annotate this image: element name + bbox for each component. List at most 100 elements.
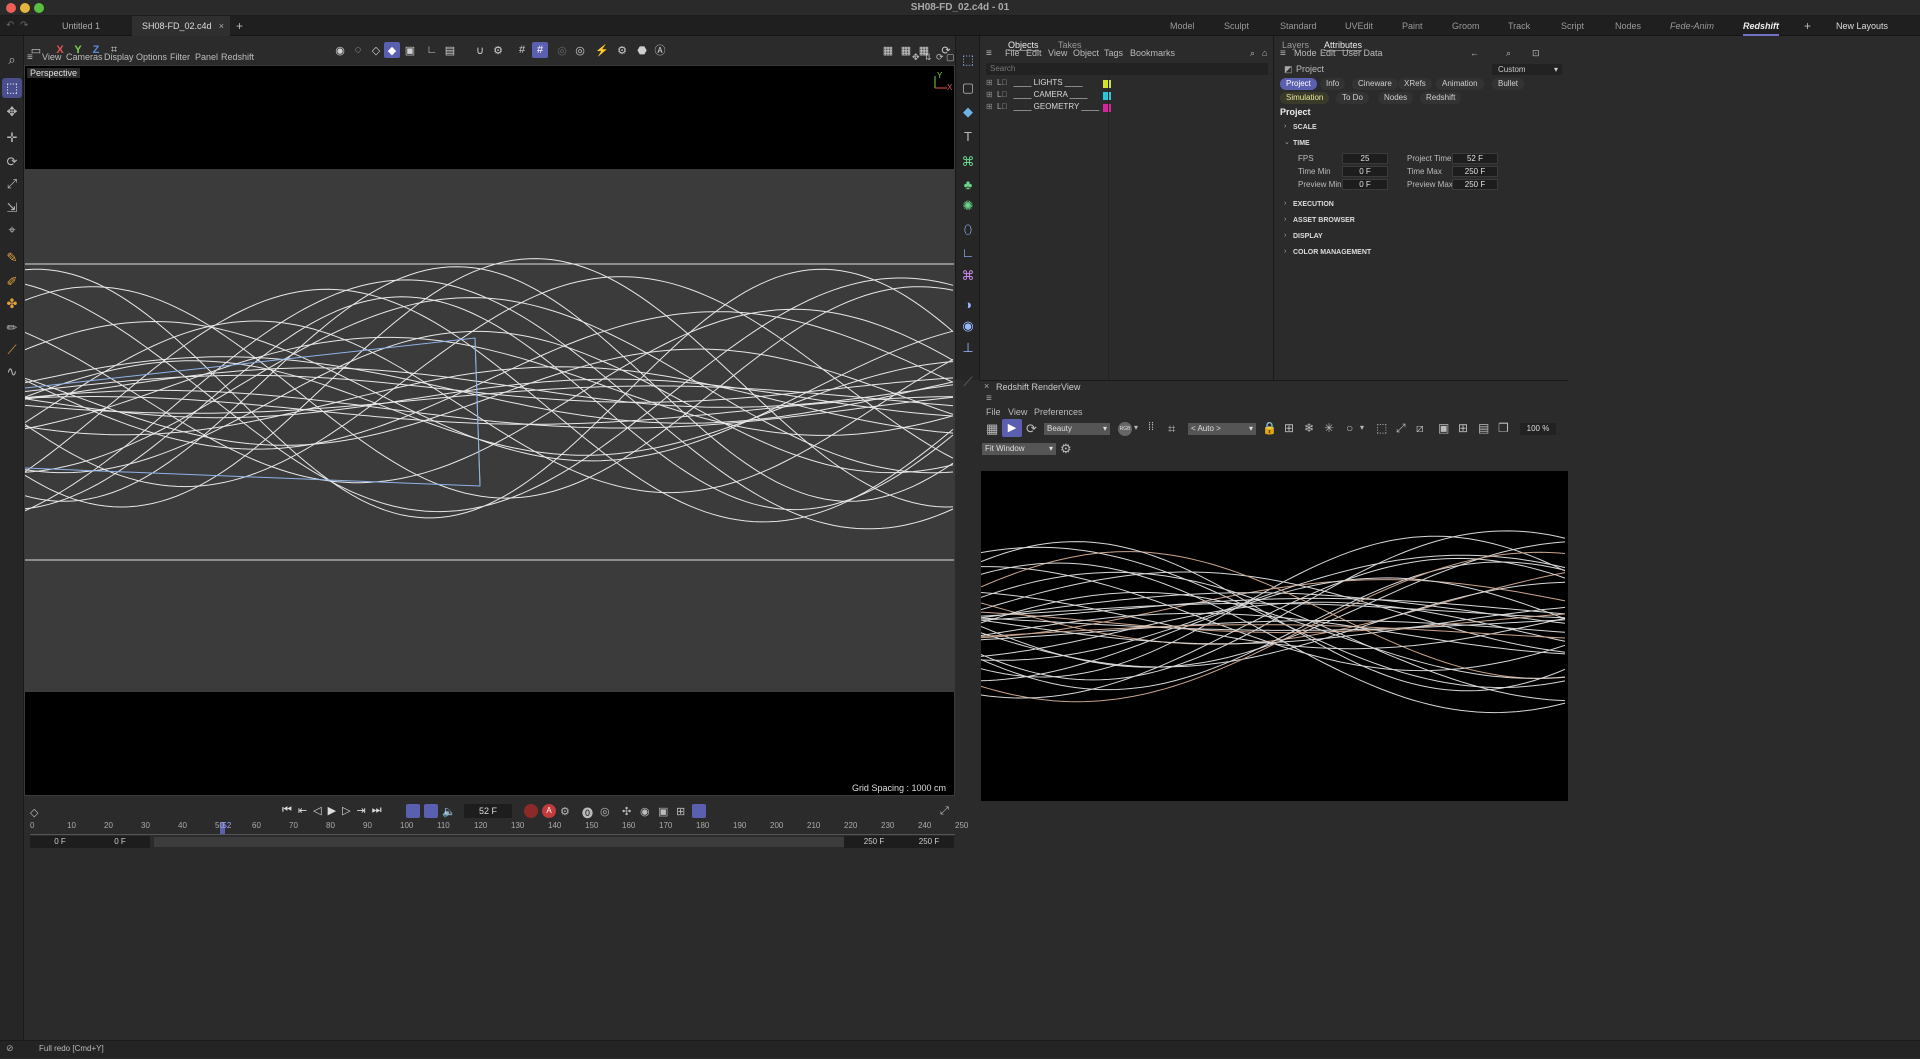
record-icon[interactable] xyxy=(524,804,538,818)
layout-tab-sculpt[interactable]: Sculpt xyxy=(1224,16,1249,36)
spline-icon[interactable]: ⌘ xyxy=(958,266,978,286)
region-icon[interactable]: ⬚ xyxy=(1376,421,1387,435)
attr-tab-xrefs[interactable]: XRefs xyxy=(1398,78,1432,90)
attr-tab-simulation[interactable]: Simulation xyxy=(1280,92,1330,104)
next-key-icon[interactable]: ⇥ xyxy=(357,804,366,820)
objects-search-input[interactable]: Search xyxy=(986,63,1268,75)
obj-menu-file[interactable]: File xyxy=(1005,48,1020,58)
motion-icon[interactable]: ⊞ xyxy=(676,805,685,818)
zoom-icon[interactable]: ⇅ xyxy=(924,52,932,63)
rv-menu-preferences[interactable]: Preferences xyxy=(1034,407,1083,417)
expand-icon[interactable]: ⊞ xyxy=(986,90,993,99)
rotate-view-icon[interactable]: ⟳ xyxy=(936,52,944,63)
timeline-editor-icon[interactable]: ⤢ xyxy=(940,805,949,818)
section-scale[interactable]: SCALE xyxy=(1293,124,1317,131)
chevron-down-icon[interactable]: ▾ xyxy=(1134,423,1138,432)
doc-tab-sh08[interactable]: SH08-FD_02.c4d × xyxy=(132,16,230,36)
attr-tab-redshift[interactable]: Redshift xyxy=(1420,92,1462,104)
next-frame-icon[interactable]: ▷ xyxy=(342,804,350,820)
hamburger-icon[interactable]: ≡ xyxy=(1280,48,1286,59)
attr-tab-project[interactable]: Project xyxy=(1280,78,1317,90)
crop-icon[interactable]: ⌗ xyxy=(1168,421,1175,437)
obj-menu-object[interactable]: Object xyxy=(1073,48,1099,58)
section-asset-browser[interactable]: ASSET BROWSER xyxy=(1293,217,1355,224)
layout-tab-redshift[interactable]: Redshift xyxy=(1743,16,1779,36)
circle-icon[interactable]: ○ xyxy=(1346,421,1353,435)
obj-menu-tags[interactable]: Tags xyxy=(1104,48,1123,58)
back-icon[interactable]: ← xyxy=(1470,48,1479,58)
chevron-down-icon[interactable]: ⌄ xyxy=(1284,138,1290,146)
section-time[interactable]: TIME xyxy=(1293,140,1310,147)
rv-menu-view[interactable]: View xyxy=(1008,407,1027,417)
attr-menu-user-data[interactable]: User Data xyxy=(1342,48,1383,58)
layout-tab-nodes[interactable]: Nodes xyxy=(1615,16,1641,36)
hamburger-icon[interactable]: ≡ xyxy=(986,48,992,59)
fit-window-dropdown[interactable]: Fit Window ▾ xyxy=(982,443,1056,455)
generator-icon[interactable]: ⌘ xyxy=(958,152,978,172)
preview-max-field[interactable]: 250 F xyxy=(1452,179,1498,190)
expand-icon[interactable]: ⊞ xyxy=(986,102,993,111)
time-min-field[interactable]: 0 F xyxy=(1342,166,1388,177)
knife-tool-icon[interactable]: ⟋ xyxy=(2,340,22,360)
section-execution[interactable]: EXECUTION xyxy=(1293,201,1334,208)
layer-color-swatch[interactable] xyxy=(1103,80,1111,88)
doc-tab-untitled[interactable]: Untitled 1 xyxy=(52,16,110,36)
scale-key-icon[interactable]: ✣ xyxy=(622,805,631,818)
attr-tab-cineware[interactable]: Cineware xyxy=(1352,78,1398,90)
layer-color-swatch[interactable] xyxy=(1103,92,1111,100)
attr-menu-mode[interactable]: Mode xyxy=(1294,48,1317,58)
sound-icon[interactable]: 🔈 xyxy=(442,805,456,818)
cursor-icon[interactable]: ⬚ xyxy=(958,50,978,70)
obj-menu-view[interactable]: View xyxy=(1048,48,1067,58)
copy-icon[interactable]: ❐ xyxy=(1498,421,1509,435)
section-color-management[interactable]: COLOR MANAGEMENT xyxy=(1293,249,1371,256)
time-ruler[interactable]: 0 10 20 30 40 50 52 60 70 80 90 100 110 120 130 140 150 1… xyxy=(30,820,968,836)
layout-tab-fede-anim[interactable]: Fede-Anim xyxy=(1670,16,1714,36)
chevron-right-icon[interactable]: › xyxy=(1284,200,1286,207)
attr-tab-nodes[interactable]: Nodes xyxy=(1378,92,1414,104)
search-icon[interactable]: ⌕ xyxy=(1250,48,1255,59)
rgb-channel-icon[interactable]: RGB xyxy=(1118,422,1132,436)
preview-range-icon[interactable] xyxy=(424,804,438,818)
menu-view[interactable]: View xyxy=(42,52,61,62)
project-time-field[interactable]: 52 F xyxy=(1452,153,1498,164)
snap-tool-icon[interactable]: ⌖ xyxy=(2,220,22,240)
start-frame-field[interactable]: 0 F xyxy=(30,836,90,848)
scale-tool-icon[interactable]: ⤢ xyxy=(2,174,22,194)
viewport-camera-label[interactable]: Perspective xyxy=(27,68,81,78)
camera-dropdown[interactable]: < Auto > ▾ xyxy=(1188,423,1256,435)
layout-tab-groom[interactable]: Groom xyxy=(1452,16,1480,36)
chevron-right-icon[interactable]: › xyxy=(1284,216,1286,223)
keyframe-icon[interactable]: ◇ xyxy=(30,806,38,819)
home-icon[interactable]: ⌂ xyxy=(1262,48,1267,58)
add-snapshot-icon[interactable]: ⊞ xyxy=(1458,421,1468,435)
layout-tab-model[interactable]: Model xyxy=(1170,16,1195,36)
move-tool-icon[interactable]: ✛ xyxy=(2,128,22,148)
redo-icon[interactable]: ↷ xyxy=(20,20,28,31)
close-panel-icon[interactable]: × xyxy=(984,381,989,391)
environment-icon[interactable]: ◑ xyxy=(958,294,978,314)
menu-display[interactable]: Display xyxy=(104,52,134,62)
attr-tab-info[interactable]: Info xyxy=(1320,78,1346,90)
interpolation-icon[interactable] xyxy=(692,804,706,818)
time-max-field[interactable]: 250 F xyxy=(1452,166,1498,177)
zoom-field[interactable]: 100 % xyxy=(1520,423,1556,435)
object-row-lights[interactable]: ⊞ L⃞ ____ LIGHTS ____ xyxy=(986,78,1266,90)
refresh-render-icon[interactable]: ⟳ xyxy=(1026,421,1037,437)
polygon-pen-icon[interactable]: ✤ xyxy=(2,294,22,314)
render-output-image[interactable] xyxy=(981,471,1568,801)
attr-tab-animation[interactable]: Animation xyxy=(1436,78,1484,90)
sketch-tool-icon[interactable]: ✐ xyxy=(2,272,22,292)
layout-tab-uvedit[interactable]: UVEdit xyxy=(1345,16,1373,36)
undo-icon[interactable]: ↶ xyxy=(6,20,14,31)
chevron-right-icon[interactable]: › xyxy=(1284,123,1286,130)
object-row-camera[interactable]: ⊞ L⃞ ____ CAMERA ____ xyxy=(986,90,1266,102)
rotation-key-icon[interactable]: ◎ xyxy=(600,805,610,818)
compare-icon[interactable]: ⧄ xyxy=(1416,421,1424,436)
play-icon[interactable]: ▶ xyxy=(328,804,336,820)
paint-disabled-icon[interactable]: ⟋ xyxy=(958,372,978,392)
attr-menu-edit[interactable]: Edit xyxy=(1320,48,1336,58)
snowflake-icon[interactable]: ❄ xyxy=(1304,421,1314,435)
tweak-tool-icon[interactable]: ✥ xyxy=(2,102,22,122)
section-display[interactable]: DISPLAY xyxy=(1293,233,1323,240)
